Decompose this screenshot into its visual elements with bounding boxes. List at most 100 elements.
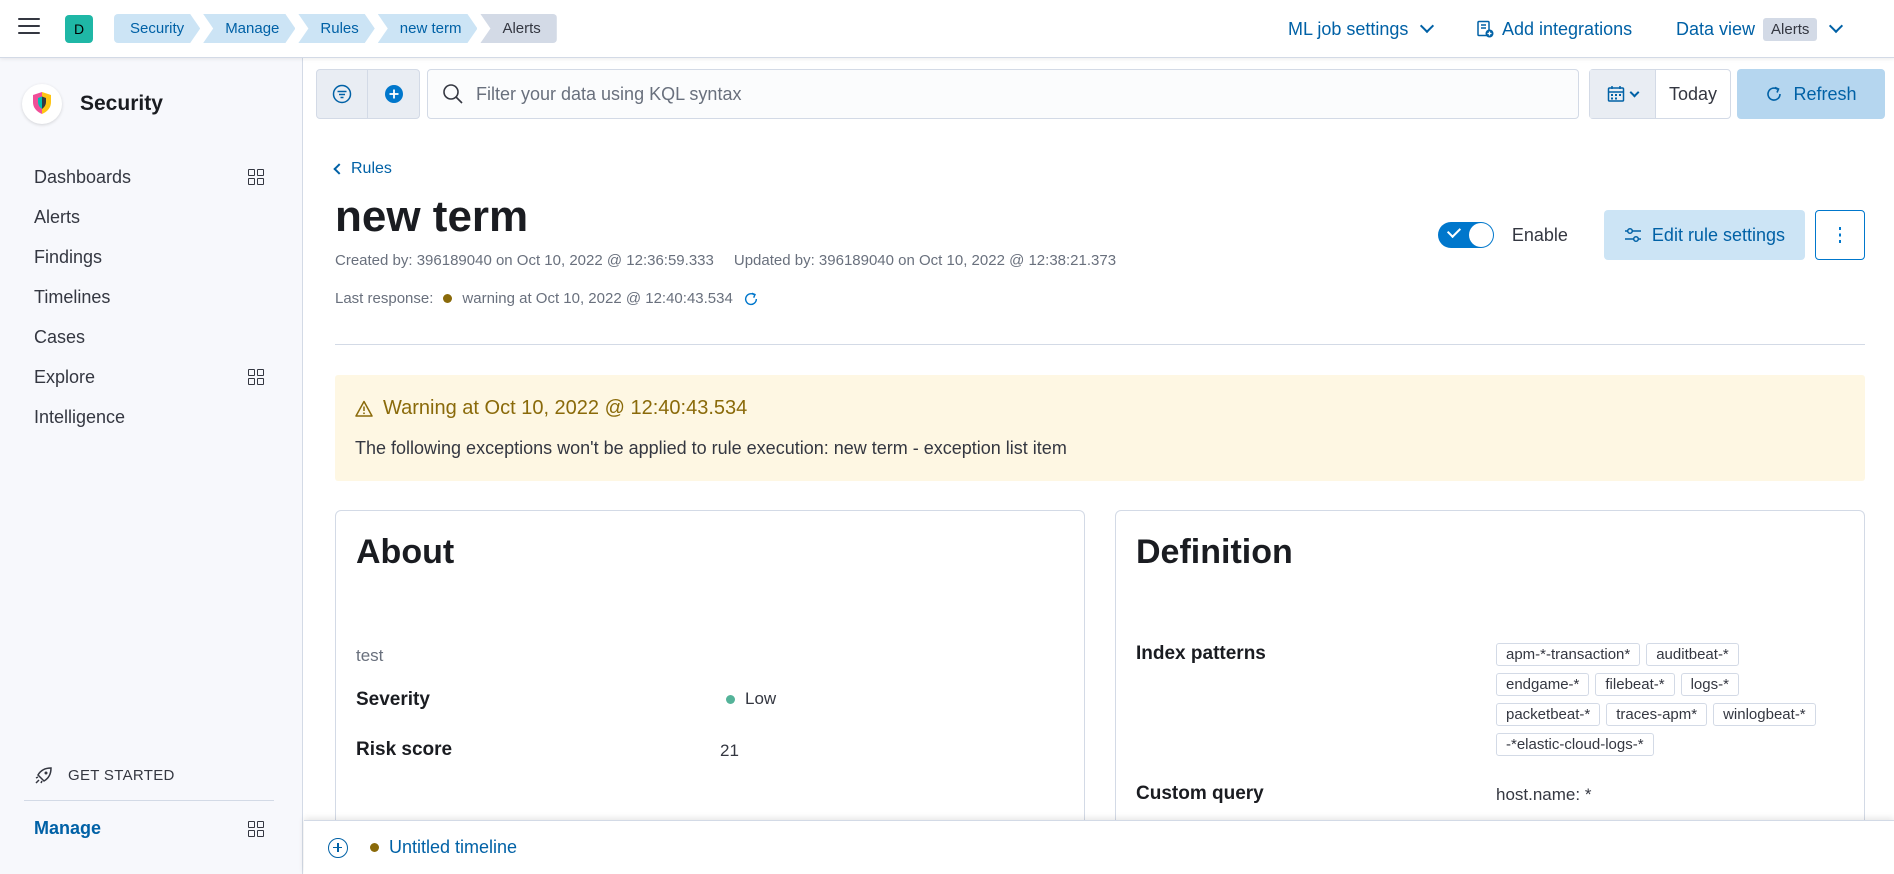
sidebar-item-label: Findings <box>34 246 103 267</box>
created-by-text: Created by: 396189040 on Oct 10, 2022 @ … <box>335 252 714 269</box>
index-pattern-badge: apm-*-transaction* <box>1496 643 1641 666</box>
risk-score-value: 21 <box>720 741 739 760</box>
sidebar-item-cases[interactable]: Cases <box>34 317 264 357</box>
severity-dot-icon <box>726 694 735 704</box>
enable-toggle[interactable] <box>1437 222 1494 248</box>
more-actions-button[interactable] <box>1815 210 1865 260</box>
data-view-label: Data view <box>1676 18 1756 39</box>
kql-search-field[interactable] <box>427 69 1579 119</box>
back-to-rules-label: Rules <box>351 160 392 177</box>
risk-score-label: Risk score <box>356 739 453 760</box>
custom-query-label: Custom query <box>1136 783 1264 804</box>
apps-grid-icon[interactable] <box>248 369 264 385</box>
chevron-down-icon <box>1629 87 1640 97</box>
menu-icon[interactable] <box>18 18 40 36</box>
date-range-label[interactable]: Today <box>1656 70 1730 118</box>
query-bar: Today Refresh <box>304 58 1894 129</box>
sidebar-item-alerts[interactable]: Alerts <box>34 197 264 237</box>
chevron-down-icon <box>1420 18 1435 34</box>
sidebar-item-dashboards[interactable]: Dashboards <box>34 157 264 197</box>
timeline-bottom-bar: Untitled timeline <box>304 820 1894 874</box>
filter-icon <box>332 84 352 104</box>
refresh-button[interactable]: Refresh <box>1737 69 1885 119</box>
sidebar-item-label: Timelines <box>34 286 111 307</box>
sidebar-item-label: Explore <box>34 366 96 387</box>
breadcrumb: Security Manage Rules new term Alerts <box>114 14 560 43</box>
add-document-icon <box>1477 20 1494 38</box>
sidebar-title: Security <box>80 92 163 115</box>
page-title: new term <box>335 192 529 241</box>
definition-heading: Definition <box>1136 533 1293 571</box>
last-response-label: Last response: <box>335 290 434 307</box>
rocket-icon <box>35 767 52 784</box>
breadcrumb-alerts: Alerts <box>480 14 557 43</box>
timeline-link[interactable]: Untitled timeline <box>370 837 517 858</box>
date-picker[interactable]: Today <box>1589 69 1731 119</box>
index-patterns-label: Index patterns <box>1136 643 1266 664</box>
data-view-picker[interactable]: Data view Alerts <box>1676 14 1844 44</box>
index-pattern-badge: packetbeat-* <box>1496 703 1601 726</box>
updated-by-text: Updated by: 396189040 on Oct 10, 2022 @ … <box>733 252 1117 269</box>
index-pattern-badge: traces-apm* <box>1606 703 1708 726</box>
warning-callout: Warning at Oct 10, 2022 @ 12:40:43.534 T… <box>335 375 1865 481</box>
chevron-left-icon <box>333 163 345 175</box>
add-filter-button[interactable] <box>368 70 419 118</box>
sidebar-item-findings[interactable]: Findings <box>34 237 264 277</box>
get-started-label: GET STARTED <box>68 766 175 784</box>
definition-panel: Definition Index patterns apm-*-transact… <box>1115 510 1865 850</box>
index-pattern-badge: winlogbeat-* <box>1713 703 1816 726</box>
refresh-label: Refresh <box>1793 83 1857 104</box>
filter-menu-button[interactable] <box>317 70 369 118</box>
custom-query-value: host.name: * <box>1496 785 1592 804</box>
apps-grid-icon[interactable] <box>248 820 264 837</box>
sidebar-item-explore[interactable]: Explore <box>34 357 264 397</box>
timeline-status-dot-icon <box>370 843 379 852</box>
status-dot-icon <box>443 294 453 303</box>
index-pattern-badge: filebeat-* <box>1595 673 1675 696</box>
data-view-badge: Alerts <box>1763 17 1818 41</box>
last-response: Last response: warning at Oct 10, 2022 @… <box>335 290 759 307</box>
plus-circle-icon <box>384 85 403 103</box>
sidebar-item-label: Alerts <box>34 206 81 227</box>
calendar-icon <box>1607 86 1625 102</box>
sidebar-item-label: Dashboards <box>34 166 132 187</box>
search-icon <box>443 84 463 104</box>
severity-label: Severity <box>356 689 430 710</box>
space-avatar[interactable]: D <box>65 15 93 43</box>
breadcrumb-rules[interactable]: Rules <box>298 14 374 43</box>
sidebar-item-label: Intelligence <box>34 406 126 427</box>
ml-job-settings-button[interactable]: ML job settings <box>1288 14 1435 44</box>
last-response-value: warning at Oct 10, 2022 @ 12:40:43.534 <box>462 290 733 307</box>
divider <box>335 344 1865 345</box>
rule-description: test <box>356 646 384 665</box>
top-header: D Security Manage Rules new term Alerts … <box>0 0 1894 58</box>
sidebar-header[interactable]: Security <box>22 84 163 124</box>
breadcrumb-security[interactable]: Security <box>114 14 200 43</box>
about-panel: About test Severity Low Risk score 21 <box>335 510 1085 850</box>
rule-controls: Enable Edit rule settings <box>1437 210 1865 260</box>
add-integrations-link[interactable]: Add integrations <box>1476 14 1632 44</box>
controls-icon <box>1624 227 1641 243</box>
rule-meta: Created by: 396189040 on Oct 10, 2022 @ … <box>335 252 1116 269</box>
index-pattern-badge: endgame-* <box>1496 673 1590 696</box>
date-quick-menu-button[interactable] <box>1590 70 1656 118</box>
back-to-rules-link[interactable]: Rules <box>333 160 392 178</box>
enable-label: Enable <box>1511 224 1568 245</box>
manage-label: Manage <box>34 818 102 838</box>
sidebar-item-label: Cases <box>34 326 86 347</box>
sidebar-item-manage[interactable]: Manage <box>34 818 264 839</box>
search-input[interactable] <box>476 83 1556 105</box>
get-started-link[interactable]: GET STARTED <box>34 765 175 785</box>
apps-grid-icon[interactable] <box>248 169 264 185</box>
breadcrumb-manage[interactable]: Manage <box>203 14 295 43</box>
sidebar-item-timelines[interactable]: Timelines <box>34 277 264 317</box>
add-timeline-icon[interactable] <box>328 837 348 858</box>
sidebar-item-intelligence[interactable]: Intelligence <box>34 397 264 437</box>
edit-rule-settings-button[interactable]: Edit rule settings <box>1603 210 1805 260</box>
breadcrumb-rule[interactable]: new term <box>378 14 478 43</box>
index-pattern-badge: logs-* <box>1680 673 1739 696</box>
refresh-icon[interactable] <box>743 291 759 307</box>
timeline-name: Untitled timeline <box>389 837 518 857</box>
index-patterns-list: apm-*-transaction* auditbeat-* endgame-*… <box>1496 643 1816 756</box>
about-heading: About <box>356 533 455 571</box>
